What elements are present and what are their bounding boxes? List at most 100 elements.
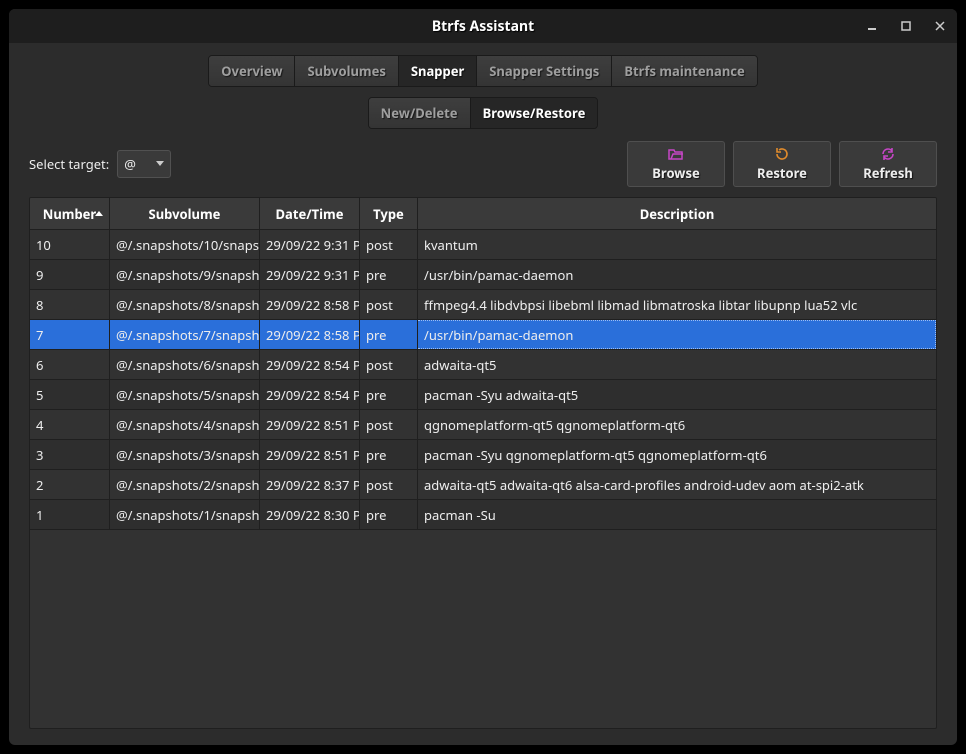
cell-type: post: [360, 350, 418, 379]
table-row[interactable]: 7@/.snapshots/7/snapshot29/09/22 8:58 PM…: [30, 320, 936, 350]
cell-subvolume: @/.snapshots/3/snapshot: [110, 440, 260, 469]
sub-tab-strip: New/Delete Browse/Restore: [9, 87, 957, 129]
cell-description: kvantum: [418, 230, 936, 259]
cell-type: pre: [360, 440, 418, 469]
col-subvolume[interactable]: Subvolume: [110, 198, 260, 230]
col-type[interactable]: Type: [360, 198, 418, 230]
tab-snapper[interactable]: Snapper: [399, 56, 477, 86]
cell-description: adwaita-qt5 adwaita-qt6 alsa-card-profil…: [418, 470, 936, 499]
cell-type: pre: [360, 500, 418, 529]
chevron-down-icon: [156, 161, 164, 166]
cell-datetime: 29/09/22 9:31 PM: [260, 230, 360, 259]
refresh-icon: [880, 146, 896, 162]
cell-number: 5: [30, 380, 110, 409]
cell-number: 8: [30, 290, 110, 319]
cell-subvolume: @/.snapshots/4/snapshot: [110, 410, 260, 439]
table-row[interactable]: 8@/.snapshots/8/snapshot29/09/22 8:58 PM…: [30, 290, 936, 320]
close-icon: [935, 21, 945, 31]
select-target-dropdown[interactable]: @: [117, 150, 171, 178]
minimize-button[interactable]: [855, 9, 889, 43]
cell-type: post: [360, 470, 418, 499]
select-target-label: Select target:: [29, 155, 109, 173]
table-row[interactable]: 10@/.snapshots/10/snapshot29/09/22 9:31 …: [30, 230, 936, 260]
table-row[interactable]: 1@/.snapshots/1/snapshot29/09/22 8:30 PM…: [30, 500, 936, 530]
refresh-label: Refresh: [863, 164, 913, 182]
cell-datetime: 29/09/22 8:54 PM: [260, 350, 360, 379]
cell-subvolume: @/.snapshots/2/snapshot: [110, 470, 260, 499]
cell-type: pre: [360, 320, 418, 349]
table-row[interactable]: 6@/.snapshots/6/snapshot29/09/22 8:54 PM…: [30, 350, 936, 380]
folder-open-icon: [668, 146, 684, 162]
cell-description: pacman -Syu qgnomeplatform-qt5 qgnomepla…: [418, 440, 936, 469]
close-button[interactable]: [923, 9, 957, 43]
restore-label: Restore: [757, 164, 807, 182]
cell-subvolume: @/.snapshots/1/snapshot: [110, 500, 260, 529]
col-datetime[interactable]: Date/Time: [260, 198, 360, 230]
cell-type: pre: [360, 380, 418, 409]
cell-subvolume: @/.snapshots/8/snapshot: [110, 290, 260, 319]
tab-snapper-settings[interactable]: Snapper Settings: [477, 56, 612, 86]
main-tab-strip: Overview Subvolumes Snapper Snapper Sett…: [9, 43, 957, 87]
cell-number: 3: [30, 440, 110, 469]
cell-number: 9: [30, 260, 110, 289]
restore-icon: [774, 146, 790, 162]
table-row[interactable]: 5@/.snapshots/5/snapshot29/09/22 8:54 PM…: [30, 380, 936, 410]
cell-number: 4: [30, 410, 110, 439]
cell-datetime: 29/09/22 9:31 PM: [260, 260, 360, 289]
cell-datetime: 29/09/22 8:51 PM: [260, 440, 360, 469]
table-row[interactable]: 4@/.snapshots/4/snapshot29/09/22 8:51 PM…: [30, 410, 936, 440]
sub-tab-group: New/Delete Browse/Restore: [368, 97, 599, 129]
cell-type: post: [360, 230, 418, 259]
maximize-button[interactable]: [889, 9, 923, 43]
refresh-button[interactable]: Refresh: [839, 141, 937, 187]
cell-datetime: 29/09/22 8:51 PM: [260, 410, 360, 439]
cell-subvolume: @/.snapshots/5/snapshot: [110, 380, 260, 409]
cell-description: adwaita-qt5: [418, 350, 936, 379]
cell-number: 10: [30, 230, 110, 259]
cell-subvolume: @/.snapshots/6/snapshot: [110, 350, 260, 379]
cell-description: pacman -Syu adwaita-qt5: [418, 380, 936, 409]
cell-description: qgnomeplatform-qt5 qgnomeplatform-qt6: [418, 410, 936, 439]
cell-type: post: [360, 290, 418, 319]
cell-subvolume: @/.snapshots/7/snapshot: [110, 320, 260, 349]
maximize-icon: [901, 21, 911, 31]
table-header: Number Subvolume Date/Time Type Descript…: [30, 198, 936, 230]
cell-datetime: 29/09/22 8:58 PM: [260, 290, 360, 319]
browse-button[interactable]: Browse: [627, 141, 725, 187]
cell-description: /usr/bin/pamac-daemon: [418, 260, 936, 289]
cell-description: ffmpeg4.4 libdvbpsi libebml libmad libma…: [418, 290, 936, 319]
tab-overview[interactable]: Overview: [209, 56, 295, 86]
cell-description: /usr/bin/pamac-daemon: [418, 320, 936, 349]
toolbar: Select target: @ Browse Restore Refresh: [9, 129, 957, 195]
subtab-browse-restore[interactable]: Browse/Restore: [471, 98, 598, 128]
cell-type: pre: [360, 260, 418, 289]
cell-number: 7: [30, 320, 110, 349]
cell-type: post: [360, 410, 418, 439]
cell-subvolume: @/.snapshots/9/snapshot: [110, 260, 260, 289]
tab-maintenance[interactable]: Btrfs maintenance: [612, 56, 756, 86]
select-target-value: @: [124, 155, 136, 173]
subtab-new-delete[interactable]: New/Delete: [369, 98, 471, 128]
cell-number: 2: [30, 470, 110, 499]
titlebar: Btrfs Assistant: [9, 9, 957, 43]
cell-datetime: 29/09/22 8:37 PM: [260, 470, 360, 499]
app-window: Btrfs Assistant Overview Subvolumes Snap…: [9, 9, 957, 745]
restore-button[interactable]: Restore: [733, 141, 831, 187]
cell-description: pacman -Su: [418, 500, 936, 529]
table-row[interactable]: 9@/.snapshots/9/snapshot29/09/22 9:31 PM…: [30, 260, 936, 290]
window-title: Btrfs Assistant: [9, 17, 957, 36]
cell-datetime: 29/09/22 8:58 PM: [260, 320, 360, 349]
table-row[interactable]: 2@/.snapshots/2/snapshot29/09/22 8:37 PM…: [30, 470, 936, 500]
cell-number: 1: [30, 500, 110, 529]
browse-label: Browse: [652, 164, 699, 182]
table-body: 10@/.snapshots/10/snapshot29/09/22 9:31 …: [30, 230, 936, 728]
table-row[interactable]: 3@/.snapshots/3/snapshot29/09/22 8:51 PM…: [30, 440, 936, 470]
minimize-icon: [867, 21, 877, 31]
col-number[interactable]: Number: [30, 198, 110, 230]
col-description[interactable]: Description: [418, 198, 936, 230]
tab-subvolumes[interactable]: Subvolumes: [295, 56, 398, 86]
cell-subvolume: @/.snapshots/10/snapshot: [110, 230, 260, 259]
snapshots-table: Number Subvolume Date/Time Type Descript…: [29, 197, 937, 729]
main-tab-group: Overview Subvolumes Snapper Snapper Sett…: [208, 55, 758, 87]
cell-datetime: 29/09/22 8:54 PM: [260, 380, 360, 409]
